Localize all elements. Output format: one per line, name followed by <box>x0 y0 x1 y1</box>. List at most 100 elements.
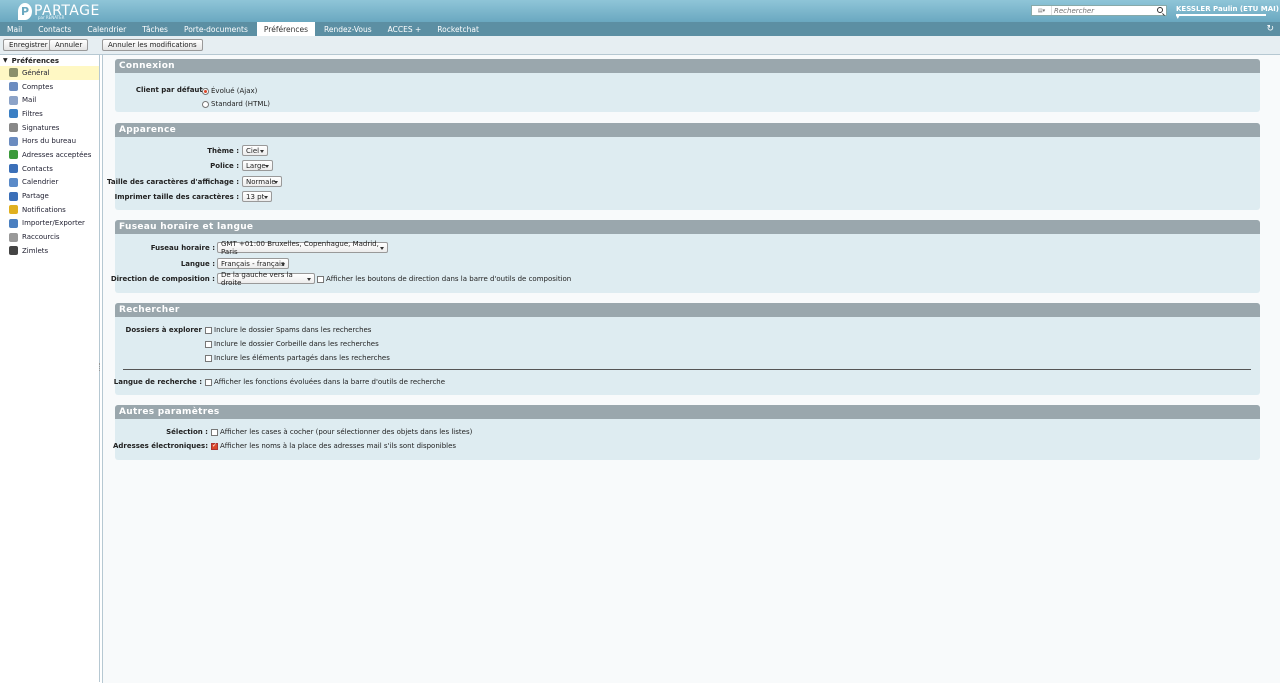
user-menu[interactable]: KESSLER Paulin (ETU MAI) ▾ <box>1176 5 1280 21</box>
sidebar-item-signatures[interactable]: Signatures <box>0 121 99 135</box>
composition-direction-select[interactable]: De la gauche vers la droite <box>217 270 315 287</box>
save-button[interactable]: Enregistrer <box>3 39 54 51</box>
share-icon <box>9 191 18 201</box>
chevron-down-icon <box>307 278 311 281</box>
selection-label: Sélection : <box>166 428 208 436</box>
show-names-checkbox[interactable] <box>211 442 218 450</box>
sidebar-item-label: Contacts <box>22 164 53 173</box>
sidebar-item-hors-du-bureau[interactable]: Hors du bureau <box>0 134 99 148</box>
chevron-down-icon <box>380 247 384 250</box>
search-box[interactable]: ▤▾ <box>1031 5 1167 16</box>
out-of-office-icon <box>9 136 18 146</box>
chevron-down-icon <box>265 165 269 168</box>
sidebar-item-general[interactable]: Général <box>0 66 99 80</box>
sidebar-item-label: Importer/Exporter <box>22 219 85 228</box>
section-autres: Autres paramètres Sélection : Afficher l… <box>113 405 1260 460</box>
sidebar-item-importer-exporter[interactable]: Importer/Exporter <box>0 217 99 231</box>
sidebar-item-mail[interactable]: Mail <box>0 93 99 107</box>
radio-html-label: Standard (HTML) <box>211 100 271 108</box>
sidebar-item-contacts[interactable]: Contacts <box>0 162 99 176</box>
print-size-select[interactable]: 13 pt <box>242 191 272 202</box>
app-logo[interactable]: P PARTAGE par RENATER <box>18 2 100 20</box>
sidebar-item-calendrier[interactable]: Calendrier <box>0 176 99 190</box>
section-fuseau: Fuseau horaire et langue Fuseau horaire … <box>111 220 1260 293</box>
display-size-select[interactable]: Normale <box>242 176 282 187</box>
tab-contacts[interactable]: Contacts <box>31 22 78 36</box>
include-spam-option[interactable]: Inclure le dossier Spams dans les recher… <box>205 326 371 334</box>
tab-preferences[interactable]: Préférences <box>256 22 316 36</box>
tab-porte-documents[interactable]: Porte-documents <box>177 22 255 36</box>
client-ajax-option[interactable]: Évolué (Ajax) <box>202 87 257 95</box>
include-trash-checkbox[interactable] <box>205 340 212 348</box>
sidebar-item-partage[interactable]: Partage <box>0 189 99 203</box>
advanced-search-checkbox[interactable] <box>205 378 212 386</box>
chevron-down-icon <box>281 263 285 266</box>
calendar-icon <box>9 177 18 187</box>
sidebar-item-notifications[interactable]: Notifications <box>0 203 99 217</box>
tab-rendez-vous[interactable]: Rendez-Vous <box>317 22 379 36</box>
collapse-triangle-icon[interactable]: ▼ <box>3 57 8 64</box>
preferences-panel: Connexion Client par défaut : Évolué (Aj… <box>102 55 1280 683</box>
sidebar-item-adresses-acceptees[interactable]: Adresses acceptées <box>0 148 99 162</box>
font-value: Large <box>246 161 266 170</box>
advanced-search-label: Afficher les fonctions évoluées dans la … <box>214 378 446 386</box>
sidebar-header[interactable]: ▼ Préférences <box>0 55 99 66</box>
sidebar-item-filtres[interactable]: Filtres <box>0 107 99 121</box>
sidebar-item-label: Signatures <box>22 123 60 132</box>
font-label: Police : <box>210 162 239 170</box>
sidebar-item-label: Comptes <box>22 82 54 91</box>
sidebar-item-label: Filtres <box>22 109 43 118</box>
include-shared-label: Inclure les éléments partagés dans les r… <box>214 354 390 362</box>
timezone-select[interactable]: GMT +01:00 Bruxelles, Copenhague, Madrid… <box>217 240 388 256</box>
direction-buttons-checkbox[interactable] <box>317 275 324 283</box>
radio-ajax[interactable] <box>202 87 209 95</box>
advanced-search-option[interactable]: Afficher les fonctions évoluées dans la … <box>205 378 445 386</box>
search-scope-dropdown[interactable]: ▤▾ <box>1032 6 1052 15</box>
show-checkboxes-option[interactable]: Afficher les cases à cocher (pour sélect… <box>211 428 472 436</box>
sidebar-item-comptes[interactable]: Comptes <box>0 80 99 94</box>
radio-html[interactable] <box>202 100 209 108</box>
include-trash-option[interactable]: Inclure le dossier Corbeille dans les re… <box>205 340 379 348</box>
show-names-option[interactable]: Afficher les noms à la place des adresse… <box>211 442 456 450</box>
include-shared-checkbox[interactable] <box>205 354 212 362</box>
include-spam-label: Inclure le dossier Spams dans les recher… <box>214 326 372 334</box>
tab-calendrier[interactable]: Calendrier <box>80 22 133 36</box>
app-tabs: Mail Contacts Calendrier Tâches Porte-do… <box>0 22 1280 36</box>
tab-rocketchat[interactable]: Rocketchat <box>430 22 486 36</box>
font-select[interactable]: Large <box>242 160 273 171</box>
gear-icon <box>9 68 18 78</box>
search-input[interactable] <box>1052 6 1152 15</box>
theme-select[interactable]: Ciel <box>242 145 268 156</box>
sidebar-splitter[interactable] <box>99 363 101 371</box>
tab-mail[interactable]: Mail <box>0 22 29 36</box>
chevron-down-icon <box>260 150 264 153</box>
client-html-option[interactable]: Standard (HTML) <box>202 100 270 108</box>
search-folders-label: Dossiers à explorer <box>125 326 202 334</box>
section-title: Fuseau horaire et langue <box>115 220 1260 234</box>
mail-icon <box>9 95 18 105</box>
sidebar-item-zimlets[interactable]: Zimlets <box>0 244 99 258</box>
search-language-label: Langue de recherche : <box>113 378 202 386</box>
show-names-label: Afficher les noms à la place des adresse… <box>220 442 457 450</box>
cancel-button[interactable]: Annuler <box>49 39 89 51</box>
direction-buttons-option[interactable]: Afficher les boutons de direction dans l… <box>317 275 571 283</box>
refresh-icon[interactable]: ↻ <box>1266 24 1274 34</box>
tab-taches[interactable]: Tâches <box>135 22 175 36</box>
sidebar-item-label: Adresses acceptées <box>22 150 92 159</box>
include-shared-option[interactable]: Inclure les éléments partagés dans les r… <box>205 354 390 362</box>
include-spam-checkbox[interactable] <box>205 326 212 334</box>
display-size-label: Taille des caractères d'affichage : <box>107 178 239 186</box>
top-header: P PARTAGE par RENATER ▤▾ KESSLER Paulin … <box>0 0 1280 22</box>
tab-acces[interactable]: ACCES + <box>381 22 429 36</box>
preferences-sidebar: ▼ Préférences Général Comptes Mail Filtres S… <box>0 55 100 682</box>
sidebar-title: Préférences <box>11 56 59 65</box>
show-checkboxes-checkbox[interactable] <box>211 428 218 436</box>
display-size-value: Normale <box>246 177 276 186</box>
sidebar-item-raccourcis[interactable]: Raccourcis <box>0 230 99 244</box>
sidebar-item-label: Calendrier <box>22 178 59 187</box>
include-trash-label: Inclure le dossier Corbeille dans les re… <box>214 340 379 348</box>
composition-direction-value: De la gauche vers la droite <box>221 270 293 287</box>
search-icon[interactable] <box>1157 7 1163 13</box>
language-select[interactable]: Français - français <box>217 258 289 269</box>
undo-changes-button[interactable]: Annuler les modifications <box>102 39 203 51</box>
